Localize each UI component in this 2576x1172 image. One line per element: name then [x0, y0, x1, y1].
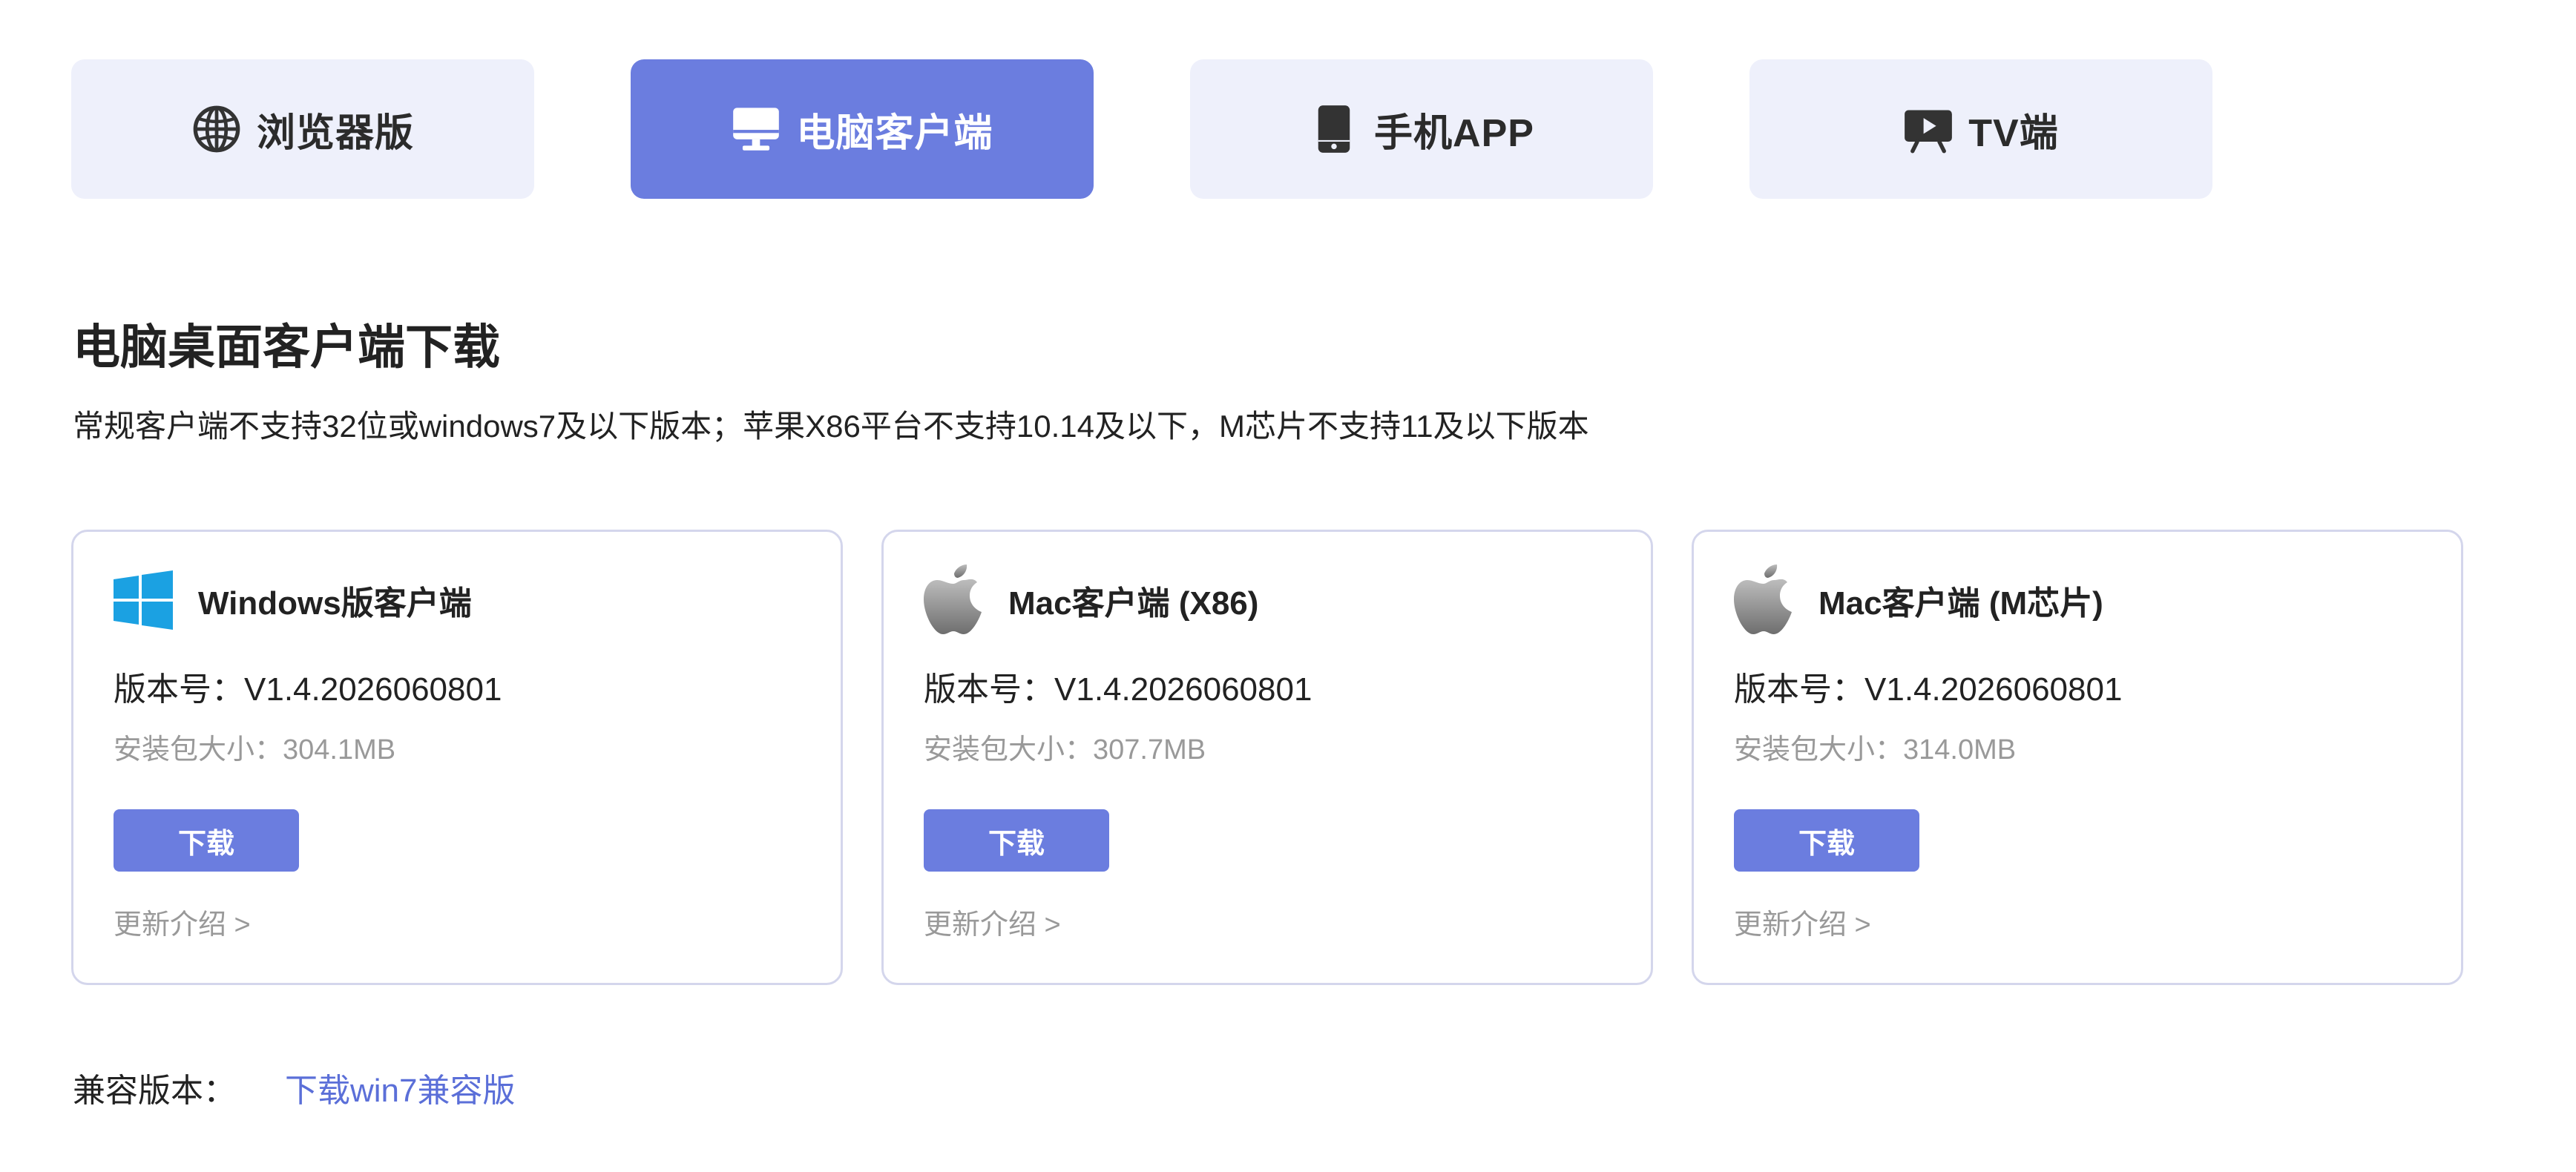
card-header: Windows版客户端 [112, 563, 472, 637]
card-windows-client: Windows版客户端 版本号：V1.4.2026060801 安装包大小：30… [71, 530, 843, 985]
release-notes-link[interactable]: 更新介绍 > [114, 903, 251, 947]
monitor-icon [731, 104, 781, 154]
tab-browser[interactable]: 浏览器版 [71, 59, 534, 199]
win7-compat-download-link[interactable]: 下载win7兼容版 [285, 1065, 516, 1117]
tv-icon [1903, 104, 1954, 154]
download-cards: Windows版客户端 版本号：V1.4.2026060801 安装包大小：30… [71, 530, 2463, 985]
platform-tabs: 浏览器版 电脑客户端 手机APP TV端 [71, 59, 2212, 199]
section-title: 电脑桌面客户端下载 [73, 320, 500, 374]
phone-icon [1309, 104, 1359, 154]
card-title: Mac客户端 (M芯片) [1818, 585, 2103, 622]
globe-icon [191, 104, 242, 154]
tab-tv-label: TV端 [1968, 111, 2059, 155]
tab-mobile-app[interactable]: 手机APP [1190, 59, 1653, 199]
download-button[interactable]: 下载 [114, 809, 299, 872]
package-size: 安装包大小：314.0MB [1734, 734, 2017, 766]
download-button[interactable]: 下载 [1734, 809, 1919, 872]
card-header: Mac客户端 (M芯片) [1732, 563, 2103, 637]
tab-desktop-client[interactable]: 电脑客户端 [631, 59, 1094, 199]
version-number: 版本号：V1.4.2026060801 [1734, 671, 2123, 708]
card-title: Mac客户端 (X86) [1008, 585, 1259, 622]
package-size: 安装包大小：304.1MB [114, 734, 396, 766]
version-number: 版本号：V1.4.2026060801 [114, 671, 502, 708]
package-size: 安装包大小：307.7MB [924, 734, 1206, 766]
compat-version-row: 兼容版本： 下载win7兼容版 [73, 1065, 516, 1117]
card-mac-m-chip-client: Mac客户端 (M芯片) 版本号：V1.4.2026060801 安装包大小：3… [1692, 530, 2463, 985]
apple-logo-icon [922, 564, 985, 636]
windows-logo-icon [112, 564, 174, 636]
tab-mobile-app-label: 手机APP [1374, 111, 1534, 155]
release-notes-link[interactable]: 更新介绍 > [924, 903, 1061, 947]
tab-browser-label: 浏览器版 [256, 111, 414, 155]
release-notes-link[interactable]: 更新介绍 > [1734, 903, 1871, 947]
card-mac-x86-client: Mac客户端 (X86) 版本号：V1.4.2026060801 安装包大小：3… [881, 530, 1653, 985]
version-number: 版本号：V1.4.2026060801 [924, 671, 1312, 708]
compatibility-note: 常规客户端不支持32位或windows7及以下版本；苹果X86平台不支持10.1… [73, 409, 1589, 444]
apple-logo-icon [1732, 564, 1795, 636]
tab-desktop-client-label: 电脑客户端 [796, 111, 993, 155]
download-button[interactable]: 下载 [924, 809, 1109, 872]
card-title: Windows版客户端 [198, 585, 472, 622]
compat-label: 兼容版本： [73, 1073, 236, 1109]
tab-tv[interactable]: TV端 [1749, 59, 2212, 199]
card-header: Mac客户端 (X86) [922, 563, 1258, 637]
